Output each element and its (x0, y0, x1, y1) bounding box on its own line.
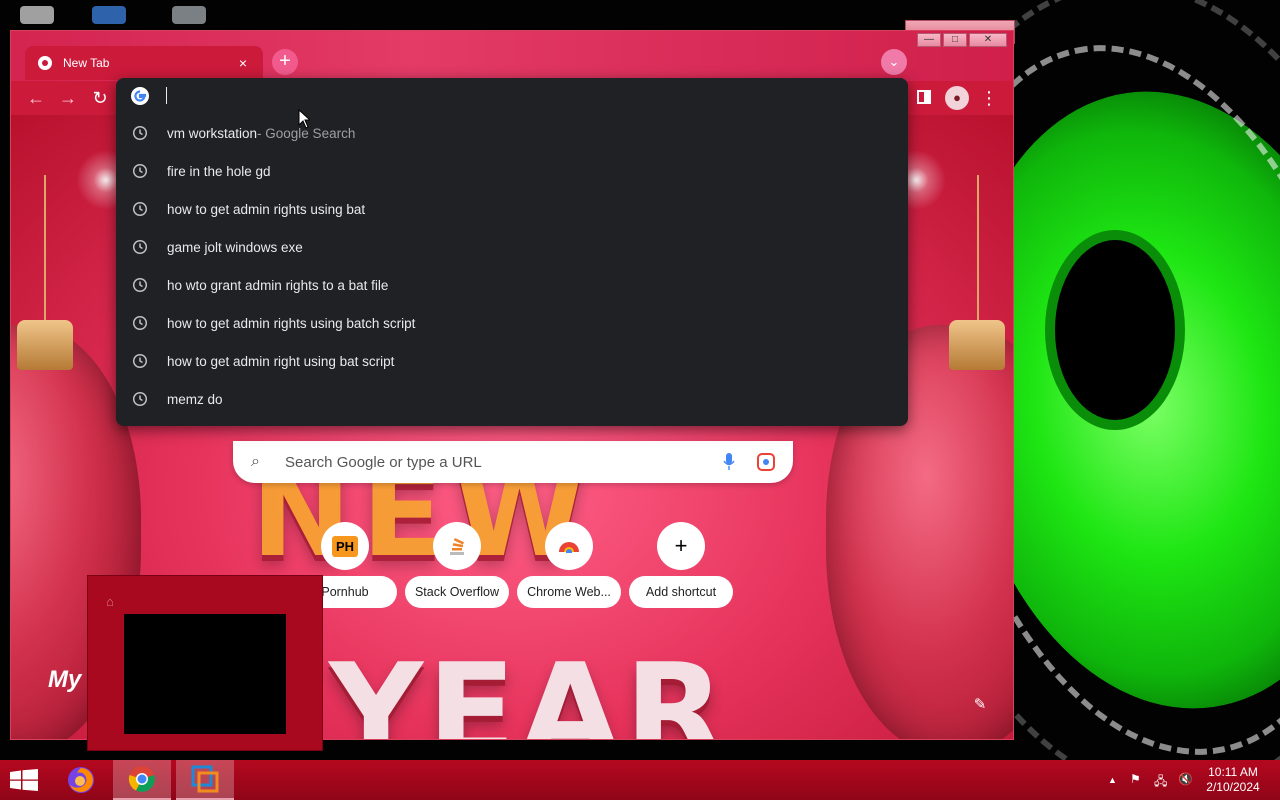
ornament-string (44, 175, 46, 325)
history-clock-icon (132, 201, 148, 217)
theme-art-text: YEAR (329, 635, 729, 740)
history-clock-icon (132, 353, 148, 369)
history-clock-icon (132, 163, 148, 179)
show-hidden-icons-icon[interactable]: ▲ (1108, 775, 1117, 785)
history-clock-icon (132, 315, 148, 331)
google-lens-icon[interactable] (757, 453, 775, 471)
shortcut-label: Add shortcut (629, 576, 733, 608)
firefox-taskbar-icon[interactable] (52, 760, 110, 800)
tab-title: New Tab (63, 56, 110, 70)
action-center-flag-icon[interactable]: ⚑ (1130, 772, 1141, 786)
google-g-icon (131, 87, 149, 105)
shortcut-label: Stack Overflow (405, 576, 509, 608)
history-clock-icon (132, 125, 148, 141)
ntp-search-box[interactable]: ⌕ Search Google or type a URL (233, 441, 793, 483)
suggestion-item[interactable]: how to get admin rights using batch scri… (116, 304, 908, 342)
suggestion-item[interactable]: memz do (116, 380, 908, 418)
black-preview-screen (124, 614, 286, 734)
chrome-web-store-icon (545, 522, 593, 570)
suggestion-query: ho wto grant admin rights to a bat file (167, 277, 389, 293)
ornament-cap (17, 320, 73, 370)
suggestion-query: how to get admin rights using bat (167, 201, 366, 217)
windows-start-icon[interactable] (10, 769, 38, 791)
suggestion-item[interactable]: fire in the hole gd (116, 152, 908, 190)
shortcut-pornhub-icon: PH (321, 522, 369, 570)
reload-icon[interactable]: ↻ (89, 87, 111, 109)
customize-pencil-icon[interactable]: ✎ (969, 695, 991, 717)
profile-avatar-icon[interactable]: ● (945, 86, 969, 110)
ornament-string (977, 175, 979, 325)
close-window-button[interactable]: ✕ (969, 33, 1007, 47)
network-icon[interactable]: 🖧 (1154, 772, 1167, 793)
side-panel-icon[interactable] (913, 87, 935, 109)
volume-muted-icon[interactable]: 🔇 (1178, 772, 1193, 786)
small-overlay-window[interactable]: ⌂ (87, 575, 323, 751)
forward-arrow-icon[interactable]: → (57, 87, 79, 109)
desktop-shortcut-icon[interactable] (92, 6, 126, 24)
clock-date: 2/10/2024 (1206, 780, 1260, 794)
shortcut-tile[interactable]: Chrome Web... (517, 510, 621, 608)
suggestion-item[interactable]: ho wto grant admin rights to a bat file (116, 266, 908, 304)
home-icon[interactable]: ⌂ (106, 594, 114, 609)
suggestion-list: vm workstation - Google Search fire in th… (116, 114, 908, 418)
taskbar-clock[interactable]: 10:11 AM 2/10/2024 (1196, 765, 1270, 795)
mouse-cursor-icon (298, 109, 310, 129)
new-tab-button[interactable]: + (272, 49, 298, 75)
more-menu-icon[interactable]: ⋮ (978, 87, 1000, 109)
history-clock-icon (132, 391, 148, 407)
desktop-shortcut-icon[interactable] (172, 6, 206, 24)
omnibox-dropdown: vm workstation - Google Search fire in th… (116, 78, 908, 426)
ntp-search-placeholder: Search Google or type a URL (285, 453, 482, 471)
add-shortcut-icon: + (657, 522, 705, 570)
suggestion-query: memz do (167, 391, 223, 407)
suggestion-query: how to get admin right using bat script (167, 353, 395, 369)
tab-new-tab[interactable]: New Tab × (25, 46, 263, 80)
suggestion-item[interactable]: game jolt windows exe (116, 228, 908, 266)
shortcut-label: Chrome Web... (517, 576, 621, 608)
suggestion-query: fire in the hole gd (167, 163, 271, 179)
shortcut-tile[interactable]: + Add shortcut (629, 510, 733, 608)
clock-time: 10:11 AM (1208, 765, 1258, 779)
minimize-button[interactable]: — (917, 33, 941, 47)
search-icon: ⌕ (251, 453, 260, 470)
microphone-icon[interactable] (723, 453, 735, 471)
stack-overflow-icon (433, 522, 481, 570)
recycle-bin-icon[interactable] (20, 6, 54, 24)
suggestion-query: game jolt windows exe (167, 239, 303, 255)
suggestion-item[interactable]: vm workstation - Google Search (116, 114, 908, 152)
taskbar: ▲ ⚑ 🖧 🔇 10:11 AM 2/10/2024 (0, 760, 1280, 800)
maximize-button[interactable]: □ (943, 33, 967, 47)
back-arrow-icon[interactable]: ← (25, 87, 47, 109)
address-bar-caret (166, 87, 167, 104)
chrome-favicon-icon (38, 56, 52, 70)
address-bar[interactable] (116, 78, 908, 114)
suggestion-query: how to get admin rights using batch scri… (167, 315, 416, 331)
tab-strip: New Tab × + ⌄ — □ ✕ (11, 31, 1013, 81)
history-clock-icon (132, 277, 148, 293)
partial-page-title: My (48, 666, 82, 693)
chrome-taskbar-icon[interactable] (113, 760, 171, 800)
history-clock-icon (132, 239, 148, 255)
suggestion-item[interactable]: how to get admin rights using bat (116, 190, 908, 228)
tab-search-chevron-icon[interactable]: ⌄ (881, 49, 907, 75)
suggestion-query: vm workstation (167, 125, 258, 141)
suggestion-item[interactable]: how to get admin right using bat script (116, 342, 908, 380)
shortcut-tile[interactable]: Stack Overflow (405, 510, 509, 608)
vmware-taskbar-icon[interactable] (176, 760, 234, 800)
tab-close-icon[interactable]: × (235, 55, 251, 71)
ornament-cap (949, 320, 1005, 370)
